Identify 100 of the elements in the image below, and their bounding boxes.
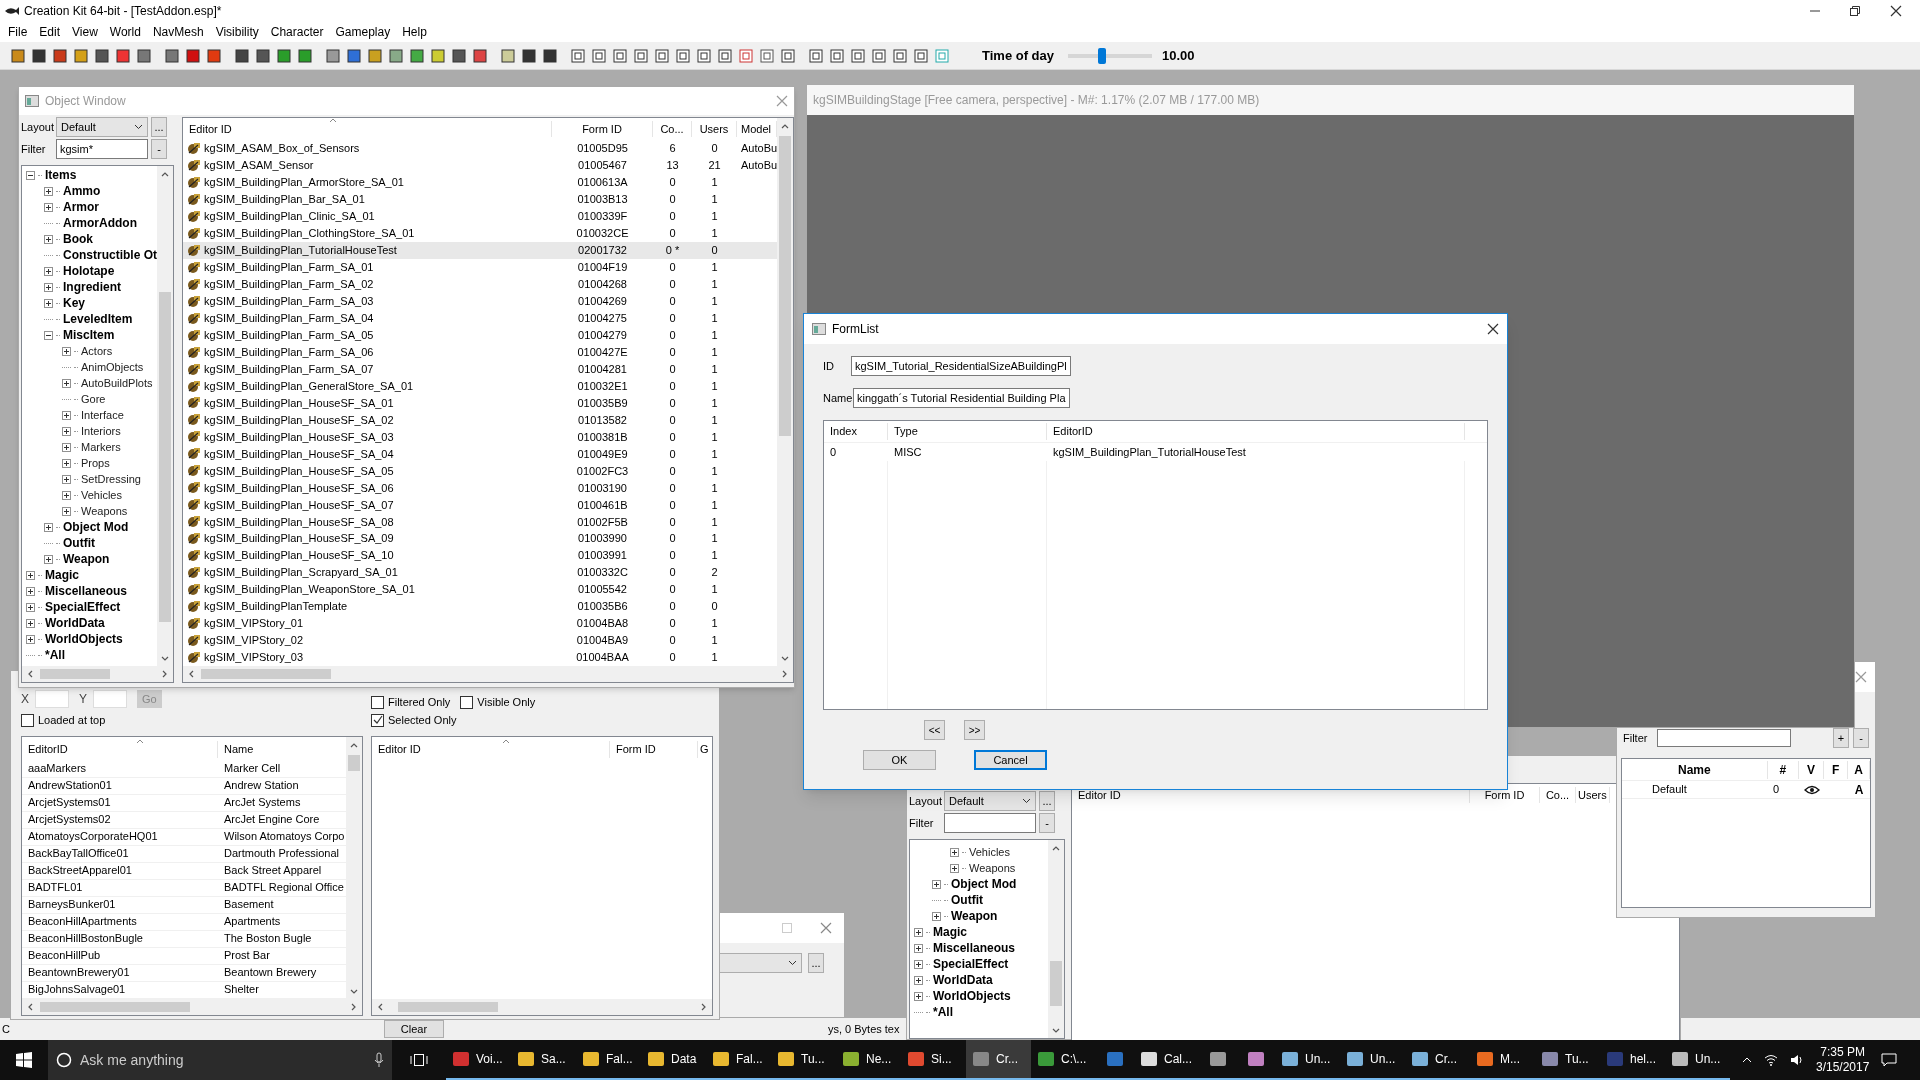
menu-item[interactable]: Gameplay [329,22,397,41]
tree-item[interactable]: Object Mod [951,875,1017,893]
clear-filter-button[interactable]: - [151,139,167,159]
filter-field[interactable]: kgsim* [56,139,148,159]
taskbar-button[interactable]: Voi... [446,1040,511,1080]
table-cell[interactable]: BarneysBunker01 [22,896,218,913]
taskbar-button[interactable]: M... [1470,1040,1535,1080]
table-row[interactable]: kgSIM_BuildingPlan_HouseSF_SA_09 01003990 0 1 [183,530,778,548]
remove-button[interactable]: - [1853,728,1869,748]
table-row[interactable]: kgSIM_BuildingPlanTemplate 010035B6 0 0 [183,598,778,616]
cancel-button[interactable]: Cancel [974,750,1047,770]
tree-item[interactable]: AnimObjects [81,358,144,376]
column-header[interactable]: Index [824,423,888,440]
column-header[interactable]: Form ID [610,741,698,758]
tree-item[interactable]: Ingredient [63,278,121,296]
table-cell[interactable]: ArcjetSystems02 [22,811,218,828]
tree-item[interactable]: ArmorAddon [63,214,137,232]
tree-item[interactable]: AutoBuildPlots [81,374,153,392]
tree-item[interactable]: Actors [81,342,113,360]
table-row[interactable]: kgSIM_BuildingPlan_HouseSF_SA_01 010035B9 0 1 [183,394,778,412]
table-cell[interactable]: BeaconHillBostonBugle [22,930,218,947]
taskbar-button[interactable]: Cal... [1134,1040,1199,1080]
tree-item[interactable]: Ammo [63,182,101,200]
table-row[interactable]: kgSIM_BuildingPlan_ClothingStore_SA_01 010032CE 0 1 [183,224,778,242]
table-cell[interactable]: BADTFL Regional Office [218,879,344,896]
checkbox[interactable]: Selected Only [371,712,713,729]
table-row[interactable]: kgSIM_BuildingPlan_Farm_SA_05 01004279 0 1 [183,326,778,344]
tree-item[interactable]: WorldObjects [933,987,1011,1005]
tree-item[interactable]: WorldObjects [45,630,123,648]
table-row[interactable]: kgSIM_ASAM_Box_of_Sensors 01005D95 6 0 AutoBu [183,139,778,157]
search-field[interactable]: Ask me anything [80,1049,366,1071]
column-header[interactable]: Type [888,423,1047,440]
table-cell[interactable]: AtomatoysCorporateHQ01 [22,828,218,845]
tree-item[interactable]: Key [63,294,85,312]
tree-item[interactable]: Holotape [63,262,115,280]
table-cell[interactable]: BeaconHillPub [22,947,218,964]
menu-item[interactable]: Edit [33,22,67,41]
add-button[interactable]: + [1833,728,1849,748]
table-cell[interactable]: Prost Bar [218,947,270,964]
tree-item[interactable]: Items [45,166,77,184]
clear-button[interactable]: Clear [384,1020,444,1038]
column-header[interactable]: Co... [653,120,692,138]
more-button[interactable]: ... [1039,791,1055,811]
column-header[interactable]: F [1824,760,1849,779]
table-cell[interactable]: ArcjetSystems01 [22,794,218,811]
tree-item[interactable]: Object Mod [63,518,129,536]
table-row[interactable]: kgSIM_BuildingPlan_Farm_SA_01 01004F19 0 1 [183,258,778,276]
table-row[interactable]: kgSIM_BuildingPlan_HouseSF_SA_10 01003991 0 1 [183,547,778,565]
table-cell[interactable]: Basement [218,896,274,913]
column-header[interactable]: Name [218,741,254,758]
tree-item[interactable]: SpecialEffect [933,955,1009,973]
table-cell[interactable]: BeantownBrewery01 [22,964,218,981]
tree-item[interactable]: SetDressing [81,470,141,488]
tree-item[interactable]: Magic [45,566,79,584]
taskbar-button[interactable]: Data [641,1040,706,1080]
taskbar-button[interactable]: Un... [1340,1040,1405,1080]
tree-item[interactable]: Weapons [81,502,128,520]
taskbar-button[interactable]: Tu... [771,1040,836,1080]
table-cell[interactable]: kgSIM_BuildingPlan_TutorialHouseTest [1047,443,1465,461]
table-cell[interactable]: BackBayTallOffice01 [22,845,218,862]
table-cell[interactable]: BackStreetApparel01 [22,862,218,879]
taskbar-button[interactable]: hel... [1600,1040,1665,1080]
table-cell[interactable]: ArcJet Engine Core [218,811,320,828]
table-row[interactable]: kgSIM_BuildingPlan_Farm_SA_06 0100427E 0 1 [183,343,778,361]
column-header[interactable]: # [1767,760,1799,779]
taskbar-button[interactable]: Cr... [1405,1040,1470,1080]
table-cell[interactable]: Shelter [218,981,259,998]
column-header[interactable]: Editor ID [183,120,552,138]
tree-item[interactable]: Vehicles [969,843,1010,861]
table-cell[interactable]: Apartments [218,913,281,930]
tree-item[interactable]: Weapon [63,550,110,568]
menu-item[interactable]: NavMesh [146,22,210,41]
tree-item[interactable]: Magic [933,923,967,941]
column-header[interactable]: Form ID [552,120,653,138]
table-cell[interactable]: Andrew Station [218,777,299,794]
table-row[interactable]: kgSIM_ASAM_Sensor 01005467 13 21 AutoBu [183,156,778,174]
table-row[interactable]: kgSIM_BuildingPlan_HouseSF_SA_08 01002F5B 0 1 [183,513,778,531]
menu-item[interactable]: Help [396,22,433,41]
tree-item[interactable]: Miscellaneous [933,939,1016,957]
table-cell[interactable]: A [1848,780,1870,799]
table-row[interactable]: kgSIM_VIPStory_02 01004BA9 0 1 [183,632,778,649]
layout-dropdown[interactable]: Default [944,791,1036,811]
table-row[interactable]: kgSIM_BuildingPlan_ArmorStore_SA_01 0100613A 0 1 [183,173,778,191]
clock-time[interactable]: 7:35 PM [1820,1045,1866,1060]
column-header[interactable]: EditorID [22,741,218,758]
table-cell[interactable]: BADTFL01 [22,879,218,896]
id-field[interactable]: kgSIM_Tutorial_ResidentialSizeABuildingPl [851,356,1071,376]
tree-item[interactable]: Markers [81,438,121,456]
tree-item[interactable]: Gore [81,390,106,408]
table-row[interactable]: kgSIM_BuildingPlan_HouseSF_SA_04 010049E9 0 1 [183,445,778,463]
tree-item[interactable]: Outfit [63,534,95,552]
menu-item[interactable]: File [2,22,34,41]
table-cell[interactable]: BeaconHillApartments [22,913,218,930]
name-field[interactable]: kinggath´s Tutorial Residential Building Pla [853,388,1070,408]
column-header[interactable]: G [698,741,709,758]
checkbox[interactable]: Filtered Only [371,693,451,711]
tree-item[interactable]: *All [45,646,65,664]
more-button[interactable]: ... [808,953,824,973]
menu-item[interactable]: Visibility [209,22,265,41]
table-cell[interactable]: Back Street Apparel [218,862,322,879]
